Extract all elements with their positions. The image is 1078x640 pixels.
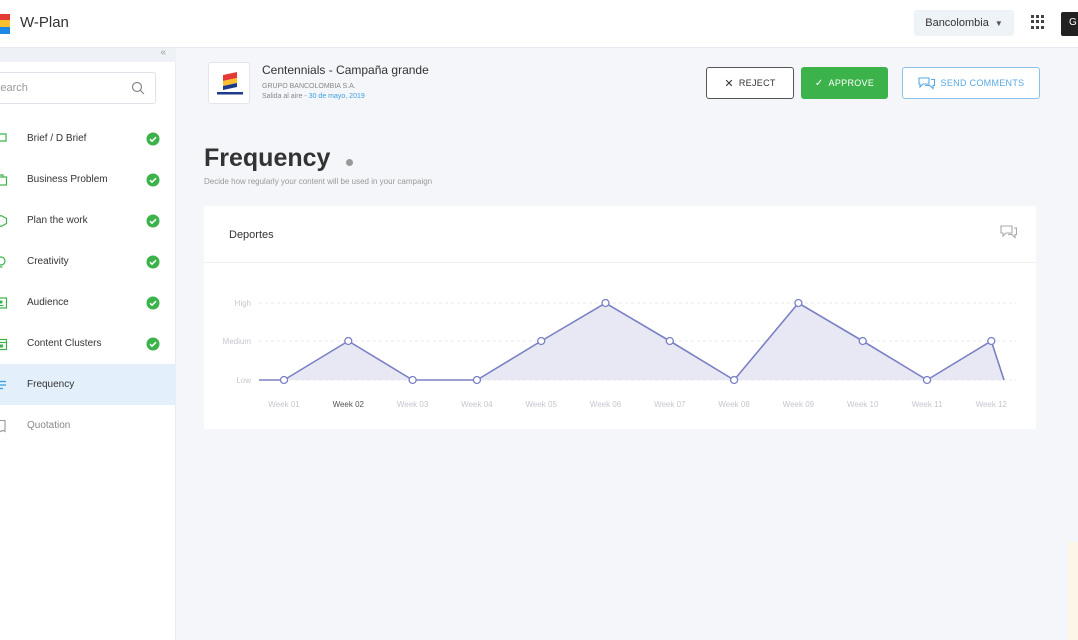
x-tick-label: Week 09 (783, 400, 815, 409)
lightbulb-icon (0, 255, 6, 268)
sidebar-item-label: Business Problem (27, 174, 108, 185)
data-point (729, 375, 739, 385)
card-title: Deportes (229, 229, 274, 241)
x-tick-label: Week 02 (333, 400, 365, 409)
app-title: W-Plan (20, 14, 69, 31)
app-logo-icon (0, 14, 10, 34)
sidebar-item-content-clusters[interactable]: Content Clusters (0, 323, 176, 364)
reject-label: REJECT (738, 78, 776, 88)
frequency-card: Deportes Low Medium High Week 01 Week 02 Week… (204, 206, 1036, 429)
box-icon (0, 214, 8, 227)
organization-select[interactable]: Bancolombia ▼ (914, 10, 1014, 36)
air-date-label: Salida al aire - (262, 93, 309, 100)
check-circle-icon (146, 214, 160, 227)
bancolombia-logo-icon (217, 72, 243, 95)
check-circle-icon (146, 296, 160, 309)
sidebar-item-label: Frequency (27, 379, 75, 390)
air-date-value: 30 de mayo, 2019 (308, 93, 365, 100)
organization-label: Bancolombia (925, 17, 989, 29)
page-subtitle: Decide how regularly your content will b… (204, 177, 433, 186)
comment-icon[interactable] (999, 224, 1019, 242)
series-area (259, 303, 1004, 380)
sidebar-item-label: Plan the work (27, 215, 88, 226)
x-tick-label: Week 05 (525, 400, 557, 409)
list-icon (0, 380, 6, 389)
data-point (279, 375, 289, 385)
sidebar-item-quotation[interactable]: Quotation (0, 405, 176, 446)
receipt-icon (0, 419, 6, 432)
check-icon: ✓ (814, 77, 824, 89)
reject-button[interactable]: ✕ REJECT (706, 67, 794, 99)
y-tick-label: Low (236, 376, 251, 385)
approve-label: APPROVE (828, 78, 875, 88)
x-tick-label: Week 06 (590, 400, 622, 409)
sidebar-item-label: Content Clusters (27, 338, 102, 349)
page-title: Frequency (204, 144, 331, 172)
check-circle-icon (146, 337, 160, 350)
check-circle-icon (146, 132, 160, 145)
x-tick-label: Week 12 (976, 400, 1008, 409)
sidebar-item-creativity[interactable]: Creativity (0, 241, 176, 282)
sidebar-item-brief[interactable]: Brief / D Brief (0, 118, 176, 159)
sidebar-item-audience[interactable]: Audience (0, 282, 176, 323)
sidebar-item-label: Audience (27, 297, 69, 308)
data-point (922, 375, 932, 385)
double-chevron-left-icon: « (160, 47, 166, 58)
frequency-chart: Low Medium High Week 01 Week 02 Week 03 Week 0… (223, 298, 1016, 409)
x-tick-label: Week 08 (718, 400, 750, 409)
data-point (537, 336, 546, 346)
data-point (858, 336, 867, 346)
campaign-header: Centennials - Campaña grande GRUPO BANCO… (177, 48, 1078, 126)
card-header: Deportes (204, 206, 1036, 263)
send-comments-button[interactable]: SEND COMMENTS (902, 67, 1040, 99)
apps-grid-icon[interactable] (1031, 15, 1045, 29)
sidebar-item-label: Quotation (27, 420, 71, 431)
collapse-sidebar-button[interactable]: « (0, 47, 176, 62)
status-dot-icon (346, 159, 353, 166)
x-tick-label: Week 11 (912, 400, 943, 409)
sidebar-nav: Brief / D Brief Business Problem Plan th… (0, 118, 176, 446)
x-tick-label: Week 01 (268, 400, 300, 409)
campaign-title: Centennials - Campaña grande (262, 63, 429, 77)
top-bar: W-Plan Bancolombia ▼ G (0, 0, 1078, 48)
sidebar-item-business-problem[interactable]: Business Problem (0, 159, 176, 200)
sidebar-item-frequency[interactable]: Frequency (0, 364, 176, 405)
sidebar-item-label: Creativity (27, 256, 69, 267)
y-tick-label: High (235, 299, 251, 308)
brand-logo (208, 62, 250, 104)
approve-button[interactable]: ✓ APPROVE (801, 67, 888, 99)
data-point (408, 375, 417, 385)
sidebar-item-plan-the-work[interactable]: Plan the work (0, 200, 176, 241)
data-point (794, 298, 803, 308)
id-card-icon (0, 296, 8, 309)
data-point (472, 375, 482, 385)
x-tick-label: Week 07 (654, 400, 686, 409)
briefcase-icon (0, 173, 8, 186)
close-icon: ✕ (724, 77, 734, 90)
caret-down-icon: ▼ (994, 18, 1003, 28)
data-point (665, 336, 674, 346)
x-tick-label: Week 10 (847, 400, 879, 409)
calendar-icon (0, 338, 8, 350)
data-point (987, 336, 996, 346)
user-avatar[interactable]: G (1061, 12, 1078, 36)
search-field[interactable] (0, 72, 156, 104)
chat-icon (0, 132, 7, 142)
campaign-air-date: Salida al aire - 30 de mayo, 2019 (262, 93, 365, 100)
x-tick-label: Week 03 (397, 400, 429, 409)
comments-icon (917, 76, 935, 90)
sidebar-item-label: Brief / D Brief (27, 133, 87, 144)
send-comments-label: SEND COMMENTS (940, 78, 1025, 88)
data-point (344, 336, 353, 346)
sidebar: « Brief / D Brief Business Problem Plan … (0, 47, 176, 640)
data-point (601, 298, 610, 308)
check-circle-icon (146, 255, 160, 268)
campaign-company: GRUPO BANCOLOMBIA S.A. (262, 83, 356, 90)
x-tick-label: Week 04 (461, 400, 493, 409)
edge-panel (1068, 542, 1078, 640)
search-input[interactable] (0, 73, 113, 103)
search-icon[interactable] (131, 81, 145, 95)
y-tick-label: Medium (223, 337, 252, 346)
check-circle-icon (146, 173, 160, 186)
